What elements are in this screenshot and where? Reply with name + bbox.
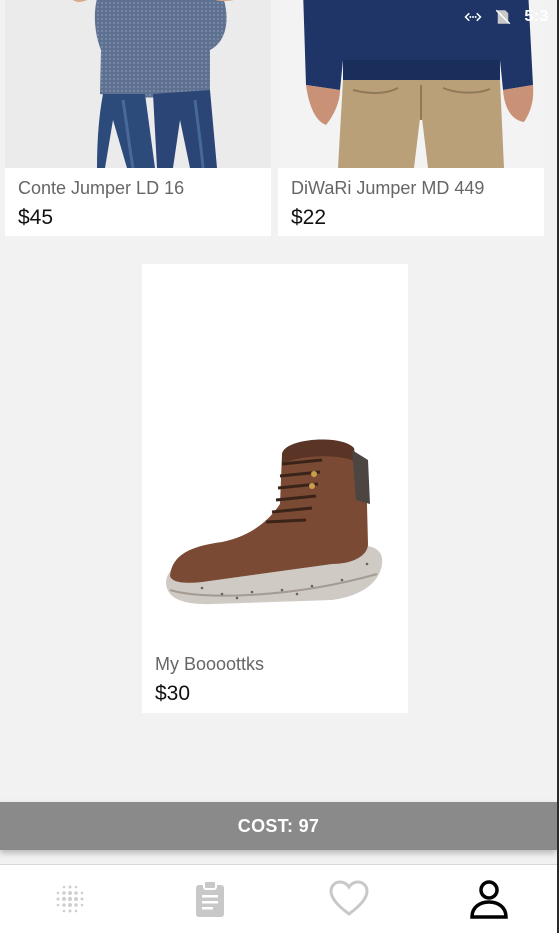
nav-item-favorites[interactable] (280, 865, 420, 933)
product-card[interactable]: My Boooottks $30 (142, 264, 408, 713)
nav-item-catalog[interactable] (0, 865, 140, 933)
product-price: $22 (291, 206, 327, 229)
bottom-nav (0, 864, 559, 933)
app-screen: 5:3 Conte Jumper LD 16 $45 DiWaRi Jumper… (0, 0, 559, 933)
status-bar: 5:3 (409, 0, 559, 34)
product-price: $45 (18, 206, 54, 229)
product-price: $30 (155, 682, 191, 705)
product-image (142, 264, 408, 644)
product-image (5, 0, 271, 168)
product-name: My Boooottks (155, 654, 265, 674)
code-arrows-icon (464, 12, 482, 22)
heart-icon (329, 880, 369, 916)
product-card[interactable]: DiWaRi Jumper MD 449 $22 (278, 0, 544, 236)
no-sim-icon (496, 9, 511, 25)
cost-label: COST: 97 (237, 815, 320, 836)
clipboard-icon (195, 880, 224, 917)
nav-item-orders[interactable] (140, 865, 280, 933)
dots-grid-icon (56, 885, 84, 913)
product-card[interactable]: Conte Jumper LD 16 $45 (5, 0, 271, 236)
nav-item-profile[interactable] (419, 865, 559, 933)
product-name: Conte Jumper LD 16 (18, 178, 185, 198)
product-name: DiWaRi Jumper MD 449 (291, 178, 485, 198)
cost-bar[interactable]: COST: 97 (0, 802, 557, 850)
profile-icon (470, 880, 508, 919)
status-time: 5:3 (524, 8, 549, 25)
